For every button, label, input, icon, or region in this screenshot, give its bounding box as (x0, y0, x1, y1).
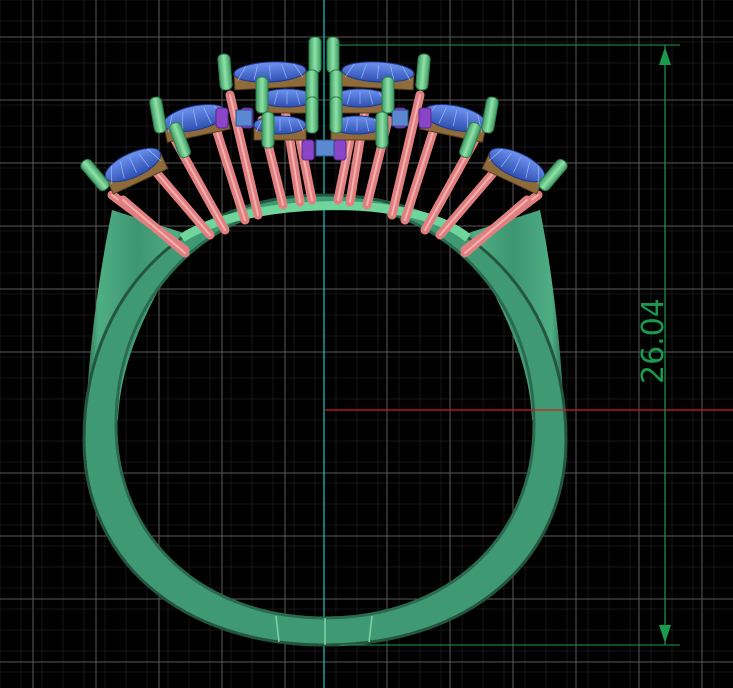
connector-bar (215, 107, 229, 129)
prong (375, 111, 389, 149)
side-block (235, 109, 253, 127)
stone-setting[interactable] (340, 60, 415, 91)
dimension-arrow-bottom (659, 625, 671, 643)
prong (329, 96, 343, 134)
prong (149, 96, 167, 134)
connector-bar (301, 139, 315, 161)
stone-setting[interactable] (101, 141, 169, 195)
prong (255, 76, 269, 114)
prong (308, 36, 322, 74)
prong (415, 53, 431, 91)
prong (217, 53, 233, 91)
support-rod-highlight (439, 164, 501, 236)
cad-viewport[interactable]: 26.04 (0, 0, 733, 688)
dimension-arrow-top (659, 47, 671, 65)
dimension-value[interactable]: 26.04 (636, 298, 671, 384)
prong (381, 76, 395, 114)
ring-model-view[interactable]: 26.04 (0, 0, 733, 688)
stone-setting[interactable] (233, 60, 308, 91)
side-block (391, 109, 409, 127)
prong (326, 36, 340, 74)
prong (305, 96, 319, 134)
connector-bar (418, 107, 432, 129)
prong (261, 111, 275, 149)
center-block (315, 139, 335, 157)
connector-bar (333, 139, 347, 161)
prong (481, 96, 499, 134)
